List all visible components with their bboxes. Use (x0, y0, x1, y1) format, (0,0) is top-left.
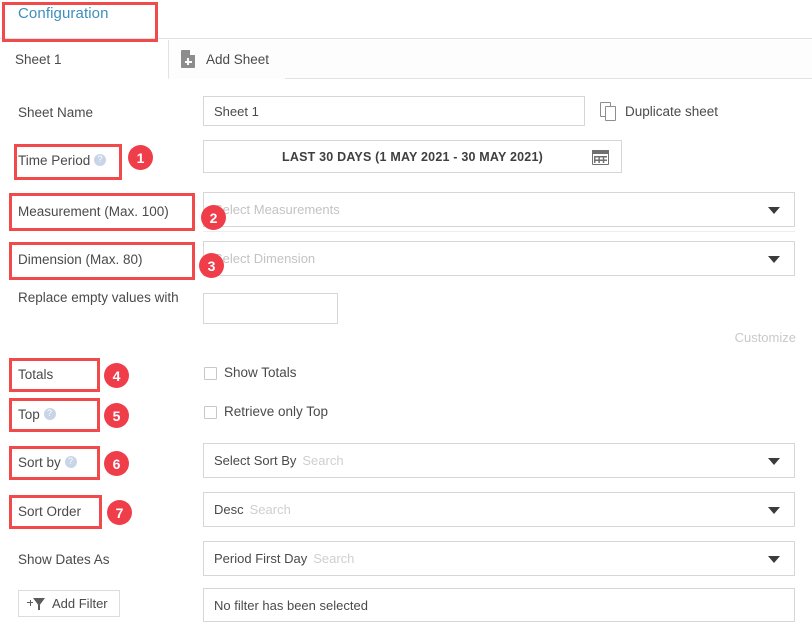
totals-label: Totals (18, 367, 54, 382)
duplicate-sheet-button[interactable]: Duplicate sheet (600, 102, 718, 121)
show-dates-as-search-placeholder: Search (313, 551, 355, 566)
show-dates-as-label: Show Dates As (18, 552, 110, 567)
time-period-value: LAST 30 DAYS (1 MAY 2021 - 30 MAY 2021) (282, 149, 543, 164)
sort-by-select[interactable]: Select Sort By Search (203, 443, 795, 478)
annotation-badge-4: 4 (104, 363, 129, 388)
annotation-badge-2: 2 (201, 205, 226, 230)
add-filter-label: Add Filter (52, 596, 108, 611)
add-sheet-button[interactable]: Add Sheet (169, 40, 286, 79)
sort-order-select[interactable]: Desc Search (203, 492, 795, 527)
sheet-name-value: Sheet 1 (214, 103, 259, 119)
sort-by-label: Sort by (18, 454, 77, 472)
annotation-badge-7: 7 (107, 500, 132, 525)
calendar-icon[interactable] (592, 148, 609, 165)
measurement-label: Measurement (Max. 100) (18, 204, 169, 219)
chevron-down-icon[interactable] (768, 506, 780, 514)
help-circle-icon[interactable] (64, 455, 77, 468)
sort-by-label-text: Sort by (18, 455, 61, 470)
add-filter-button[interactable]: Add Filter (18, 590, 120, 617)
sheet-tab-label: Sheet 1 (15, 51, 62, 67)
sort-order-search-placeholder: Search (249, 502, 291, 517)
time-period-label: Time Period (18, 152, 107, 170)
show-dates-as-select[interactable]: Period First Day Search (203, 541, 795, 576)
show-totals-label[interactable]: Show Totals (224, 365, 297, 380)
retrieve-only-top-label[interactable]: Retrieve only Top (224, 404, 328, 419)
sort-by-value: Select Sort By (214, 453, 297, 468)
dimension-label: Dimension (Max. 80) (18, 252, 143, 267)
annotation-badge-1: 1 (128, 145, 153, 170)
dimension-select[interactable]: Select Dimension (203, 241, 795, 276)
annotation-badge-3: 3 (199, 253, 224, 278)
configuration-panel: Configuration Sheet 1 Add Sheet Sheet Na… (0, 0, 812, 622)
sort-order-value: Desc (214, 502, 244, 517)
filter-status-text: No filter has been selected (214, 597, 368, 613)
chevron-down-icon[interactable] (768, 457, 780, 465)
sort-order-label: Sort Order (18, 504, 82, 519)
document-plus-icon (181, 50, 197, 69)
row-divider (203, 231, 795, 232)
sheet-name-label: Sheet Name (18, 105, 94, 120)
duplicate-sheet-icon (600, 102, 617, 121)
add-filter-funnel-icon (27, 596, 47, 612)
replace-empty-values-input[interactable] (203, 293, 338, 324)
duplicate-sheet-label: Duplicate sheet (625, 104, 719, 119)
help-circle-icon[interactable] (94, 153, 107, 166)
chevron-down-icon[interactable] (768, 255, 780, 263)
chevron-down-icon[interactable] (768, 555, 780, 563)
measurement-select[interactable]: Select Measurements (203, 192, 795, 227)
sheet-name-input[interactable]: Sheet 1 (203, 96, 585, 126)
top-label-text: Top (18, 407, 40, 422)
top-label: Top (18, 406, 56, 424)
annotation-badge-5: 5 (104, 403, 129, 428)
sort-by-search-placeholder: Search (302, 453, 344, 468)
time-period-picker[interactable]: LAST 30 DAYS (1 MAY 2021 - 30 MAY 2021) (203, 140, 622, 173)
time-period-label-text: Time Period (18, 153, 91, 168)
annotation-badge-6: 6 (104, 451, 129, 476)
replace-empty-values-label: Replace empty values with (18, 290, 179, 305)
sheet-tab-sheet-1[interactable]: Sheet 1 (0, 40, 169, 79)
add-sheet-label: Add Sheet (206, 52, 270, 67)
retrieve-only-top-checkbox[interactable] (204, 406, 217, 419)
show-dates-as-value: Period First Day (214, 551, 308, 566)
show-totals-checkbox[interactable] (204, 367, 217, 380)
chevron-down-icon[interactable] (768, 206, 780, 214)
top-tab-strip: Configuration (0, 0, 812, 39)
filter-status-box: No filter has been selected (203, 588, 795, 622)
sheet-tab-row: Sheet 1 Add Sheet (0, 40, 812, 79)
customize-link[interactable]: Customize (735, 330, 796, 345)
tab-configuration[interactable]: Configuration (18, 5, 109, 22)
help-circle-icon[interactable] (43, 407, 56, 420)
